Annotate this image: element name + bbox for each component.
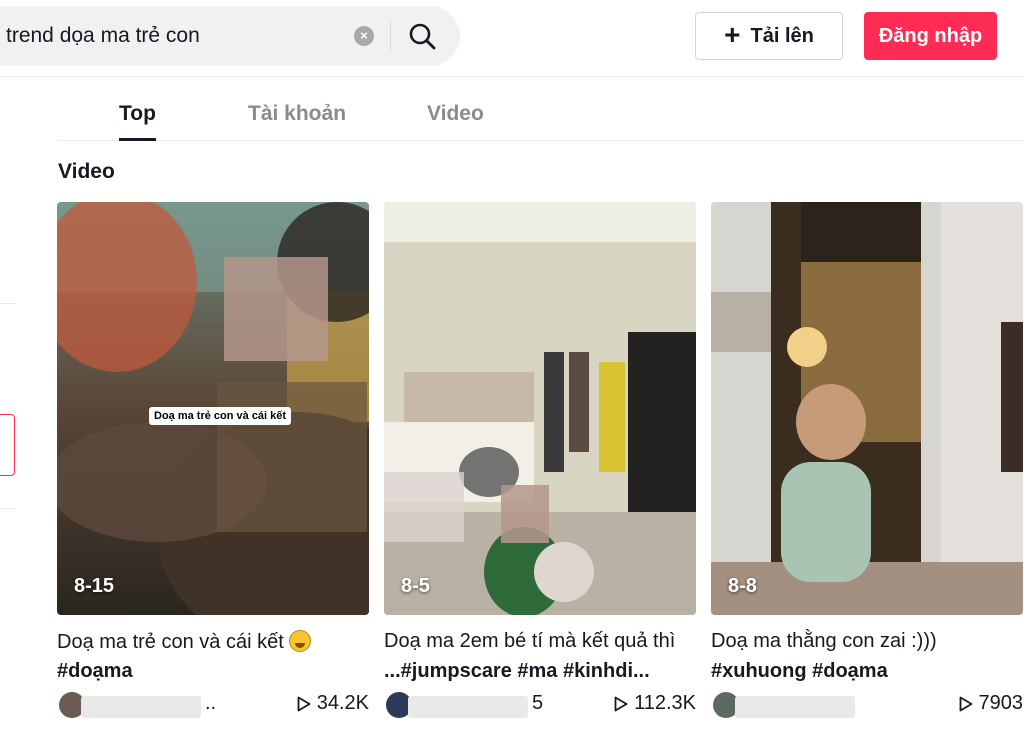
video-date: 8-15 <box>74 575 115 597</box>
video-thumbnail[interactable]: 8-5 <box>384 202 696 615</box>
video-description[interactable]: Doạ ma trẻ con và cái kết <box>57 630 312 654</box>
view-count: 7903 <box>959 692 1024 715</box>
author-name-blurred[interactable] <box>735 696 855 718</box>
blurred-face <box>224 257 328 361</box>
sidebar-login-button[interactable] <box>0 414 15 476</box>
search-icon[interactable] <box>406 20 440 54</box>
login-button[interactable]: Đăng nhập <box>864 12 997 60</box>
author-name-tail: 5 <box>532 692 544 714</box>
author-row[interactable]: .. 34.2K <box>57 690 369 722</box>
plus-icon: + <box>724 18 741 50</box>
view-count-value: 7903 <box>978 692 1024 714</box>
search-divider <box>390 22 391 50</box>
active-tab-indicator <box>119 138 156 141</box>
play-icon <box>959 696 972 711</box>
author-row[interactable]: 7903 <box>711 690 1023 722</box>
video-description[interactable]: Doạ ma 2em bé tí mà kết quả thì <box>384 630 675 653</box>
sidebar-divider <box>0 508 16 509</box>
play-icon <box>297 696 311 711</box>
author-name-blurred[interactable] <box>81 696 201 718</box>
header-divider <box>0 76 1024 77</box>
video-text-overlay: Doạ ma trẻ con và cái kết <box>149 407 292 425</box>
author-row[interactable]: 5 112.3K <box>384 690 696 722</box>
laughing-face-icon <box>289 630 312 652</box>
author-name-tail: .. <box>205 692 217 714</box>
blurred-face <box>501 485 549 543</box>
video-hashtags[interactable]: ...#jumpscare #ma #kinhdi... <box>384 660 650 683</box>
video-card[interactable]: Doạ ma trẻ con và cái kết 8-15 Doạ ma tr… <box>57 202 369 718</box>
video-date: 8-5 <box>401 575 430 597</box>
video-description[interactable]: Doạ ma thằng con zai :))) <box>711 630 937 653</box>
view-count: 34.2K <box>297 692 369 715</box>
search-bar[interactable]: trend dọa ma trẻ con × <box>0 6 460 66</box>
tab-video[interactable]: Video <box>427 102 484 126</box>
tab-top[interactable]: Top <box>119 102 156 126</box>
view-count-value: 34.2K <box>316 692 369 714</box>
video-hashtags[interactable]: #xuhuong #doạma <box>711 660 888 683</box>
video-date: 8-8 <box>728 575 757 597</box>
search-input[interactable]: trend dọa ma trẻ con <box>6 24 200 48</box>
search-tabs: Top Tài khoản Video <box>58 78 1024 141</box>
tab-accounts[interactable]: Tài khoản <box>248 102 346 126</box>
view-count: 112.3K <box>614 692 696 715</box>
author-name-blurred[interactable] <box>408 696 528 718</box>
play-icon <box>614 696 628 711</box>
video-card[interactable]: 8-5 Doạ ma 2em bé tí mà kết quả thì ...#… <box>384 202 696 718</box>
upload-button[interactable]: + Tải lên <box>695 12 843 60</box>
view-count-value: 112.3K <box>634 692 696 714</box>
video-thumbnail[interactable]: 8-8 <box>711 202 1023 615</box>
clear-search-icon[interactable]: × <box>354 26 374 46</box>
section-title: Video <box>58 160 115 183</box>
sidebar-divider <box>0 303 16 304</box>
video-thumbnail[interactable]: Doạ ma trẻ con và cái kết 8-15 <box>57 202 369 615</box>
video-hashtags[interactable]: #doạma <box>57 660 133 683</box>
upload-label: Tải lên <box>750 24 814 47</box>
video-card[interactable]: 8-8 Doạ ma thằng con zai :))) #xuhuong #… <box>711 202 1023 718</box>
